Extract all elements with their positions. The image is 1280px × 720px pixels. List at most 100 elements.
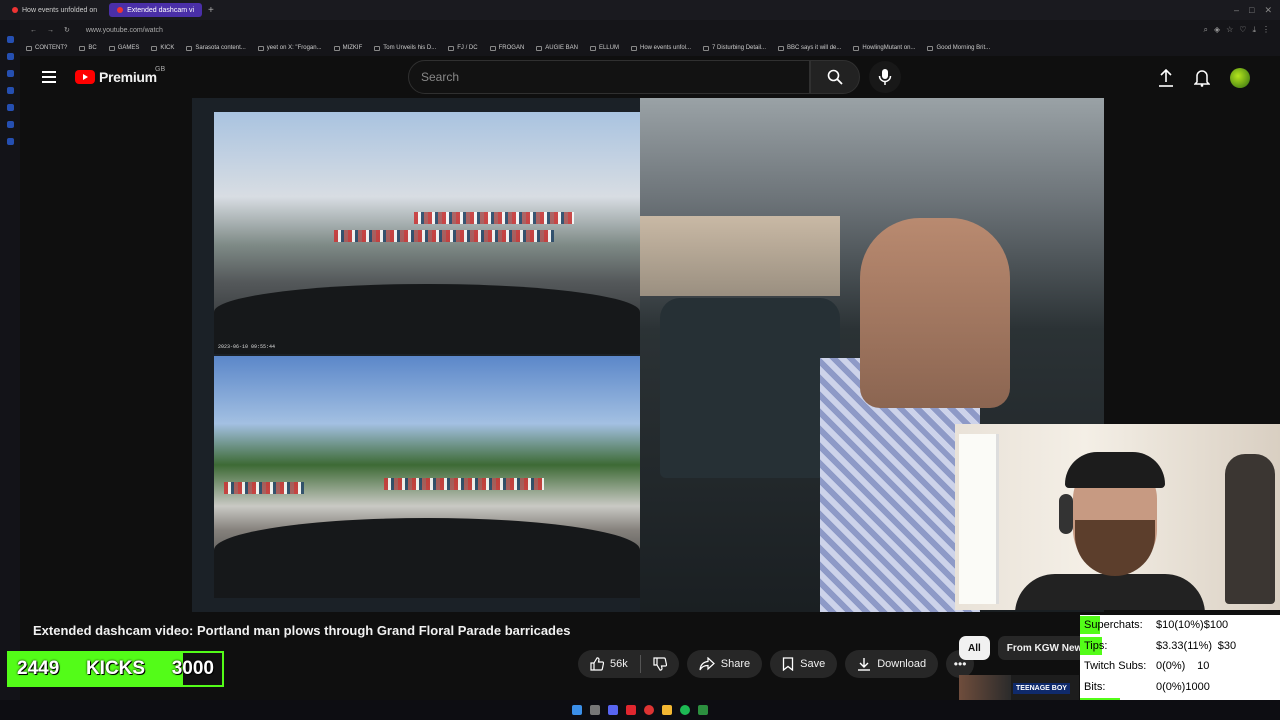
- sidebar-app-icon[interactable]: [6, 53, 14, 60]
- goal-value: 0(0%): [1156, 660, 1186, 673]
- bookmark-label: BC: [88, 45, 97, 51]
- folder-icon: [927, 45, 934, 51]
- bookmark-item[interactable]: HowlingMutant on...: [853, 45, 915, 51]
- download-icon[interactable]: ⤓: [1252, 25, 1256, 35]
- chip-all[interactable]: All: [959, 636, 990, 660]
- sidebar-app-icon[interactable]: [6, 70, 14, 77]
- sidebar-app-icon[interactable]: [6, 36, 14, 43]
- search-input[interactable]: Search: [408, 60, 810, 94]
- share-button[interactable]: Share: [686, 650, 763, 678]
- browser-tab-extended-dashcam[interactable]: Extended dashcam vi: [109, 3, 203, 17]
- dashcam-side-view: [214, 356, 640, 598]
- bookmark-item[interactable]: ELLUM: [589, 45, 619, 51]
- goal-row: Tips: $3.33(11%) $30: [1080, 636, 1280, 657]
- close-icon[interactable]: ✕: [1264, 5, 1272, 16]
- browser-tab-how-events[interactable]: How events unfolded on: [4, 3, 105, 17]
- bookmark-item[interactable]: KICK: [151, 45, 174, 51]
- bookmark-item[interactable]: GAMES: [108, 45, 139, 51]
- folder-icon: [26, 45, 32, 51]
- bookmark-item[interactable]: How events unfol...: [630, 45, 691, 51]
- address-bar: ← → ↻ www.youtube.com/watch ⌕ ◈ ☆ ♡ ⤓ ⋮: [20, 20, 1280, 40]
- tab-label: How events unfolded on: [22, 6, 98, 14]
- bookmark-item[interactable]: AUGIE BAN: [536, 45, 578, 51]
- search-button[interactable]: [810, 60, 860, 94]
- save-button[interactable]: Save: [770, 650, 838, 678]
- youtube-premium-logo[interactable]: Premium GB: [75, 66, 165, 85]
- zoom-icon[interactable]: ⌕: [1203, 25, 1207, 35]
- bookmark-item[interactable]: CONTENT?: [26, 45, 67, 51]
- bookmark-item[interactable]: Sarasota content...: [186, 45, 246, 51]
- dashcam-front-view: 2023-06-10 09:55:44: [214, 112, 640, 354]
- related-video-thumbnail[interactable]: TEENAGE BOY: [959, 675, 1079, 700]
- opera-icon[interactable]: [626, 705, 636, 715]
- goal-row: Bits: 0(0%) 1000: [1080, 677, 1280, 698]
- bookmark-item[interactable]: BC: [79, 45, 97, 51]
- save-label: Save: [800, 658, 826, 670]
- bookmark-item[interactable]: 7 Disturbing Detail...: [703, 45, 766, 51]
- sidebar-app-icon[interactable]: [6, 104, 14, 111]
- start-icon[interactable]: [572, 705, 582, 715]
- spotify-icon[interactable]: [680, 705, 690, 715]
- thumbs-up-icon: [590, 657, 604, 671]
- bookmark-item[interactable]: FROGAN: [489, 45, 524, 51]
- avatar[interactable]: [1230, 68, 1250, 88]
- maximize-icon[interactable]: □: [1249, 5, 1254, 16]
- bookmark-label: MIZKIF: [342, 45, 363, 51]
- goal-name: Tips:: [1084, 639, 1108, 652]
- bookmark-label: BBC says it will de...: [787, 45, 842, 51]
- share-label: Share: [720, 658, 751, 670]
- goal-name: Bits:: [1084, 680, 1106, 693]
- discord-icon[interactable]: [608, 705, 618, 715]
- folder-icon: [257, 45, 264, 51]
- url-field[interactable]: www.youtube.com/watch: [86, 27, 163, 34]
- logo-text: Premium: [99, 69, 157, 85]
- menu-dots-icon[interactable]: ⋮: [1262, 25, 1270, 35]
- download-button[interactable]: Download: [845, 650, 939, 678]
- sidebar-app-icon[interactable]: [6, 138, 14, 145]
- sidebar-app-icon[interactable]: [6, 121, 14, 128]
- heart-icon[interactable]: ♡: [1239, 25, 1246, 35]
- folder-icon: [108, 45, 115, 51]
- folder-icon: [536, 45, 543, 51]
- folder-icon: [186, 45, 193, 51]
- extension-icon[interactable]: ◈: [1214, 25, 1220, 35]
- reload-icon[interactable]: ↻: [64, 26, 70, 34]
- folder-icon: [448, 45, 455, 51]
- kicks-current: 2449: [17, 658, 60, 679]
- chrome-icon[interactable]: [644, 705, 654, 715]
- kicks-goal: 3000: [171, 658, 214, 679]
- bookmark-item[interactable]: Good Morning Brit...: [927, 45, 990, 51]
- bookmark-item[interactable]: BBC says it will de...: [778, 45, 841, 51]
- browser-sidebar: [0, 20, 20, 700]
- bell-icon[interactable]: [1194, 69, 1210, 87]
- obs-icon[interactable]: [698, 705, 708, 715]
- sidebar-app-icon[interactable]: [6, 87, 14, 94]
- back-icon[interactable]: ←: [30, 27, 37, 34]
- search-icon[interactable]: [590, 705, 600, 715]
- bookmark-star-icon[interactable]: ☆: [1226, 25, 1233, 35]
- upload-icon[interactable]: [1158, 69, 1174, 87]
- folder-icon[interactable]: [662, 705, 672, 715]
- goal-value: 0(0%): [1156, 680, 1186, 693]
- bookmark-item[interactable]: yeet on X: "Frogan...: [257, 45, 322, 51]
- related-filter-chips: All From KGW News: [959, 636, 1097, 660]
- new-tab-icon[interactable]: +: [208, 5, 214, 16]
- voice-search-button[interactable]: [869, 61, 901, 93]
- minimize-icon[interactable]: –: [1234, 5, 1239, 16]
- bookmark-label: Good Morning Brit...: [936, 45, 991, 51]
- dislike-button[interactable]: [641, 650, 679, 678]
- like-button[interactable]: 56k: [578, 650, 640, 678]
- folder-icon: [589, 45, 596, 51]
- thumbnail-caption: TEENAGE BOY: [1013, 683, 1070, 694]
- browser-tab-strip: How events unfolded on Extended dashcam …: [0, 0, 1280, 20]
- folder-icon: [333, 45, 340, 51]
- bookmark-item[interactable]: Tom Unveils his D...: [374, 45, 436, 51]
- menu-icon[interactable]: [42, 71, 56, 83]
- bookmark-label: AUGIE BAN: [545, 45, 578, 51]
- bookmark-item[interactable]: FJ / DC: [448, 45, 478, 51]
- windows-taskbar: [0, 700, 1280, 720]
- folder-icon: [703, 45, 710, 51]
- bookmark-label: ELLUM: [598, 45, 619, 51]
- forward-icon[interactable]: →: [47, 27, 54, 34]
- bookmark-item[interactable]: MIZKIF: [333, 45, 363, 51]
